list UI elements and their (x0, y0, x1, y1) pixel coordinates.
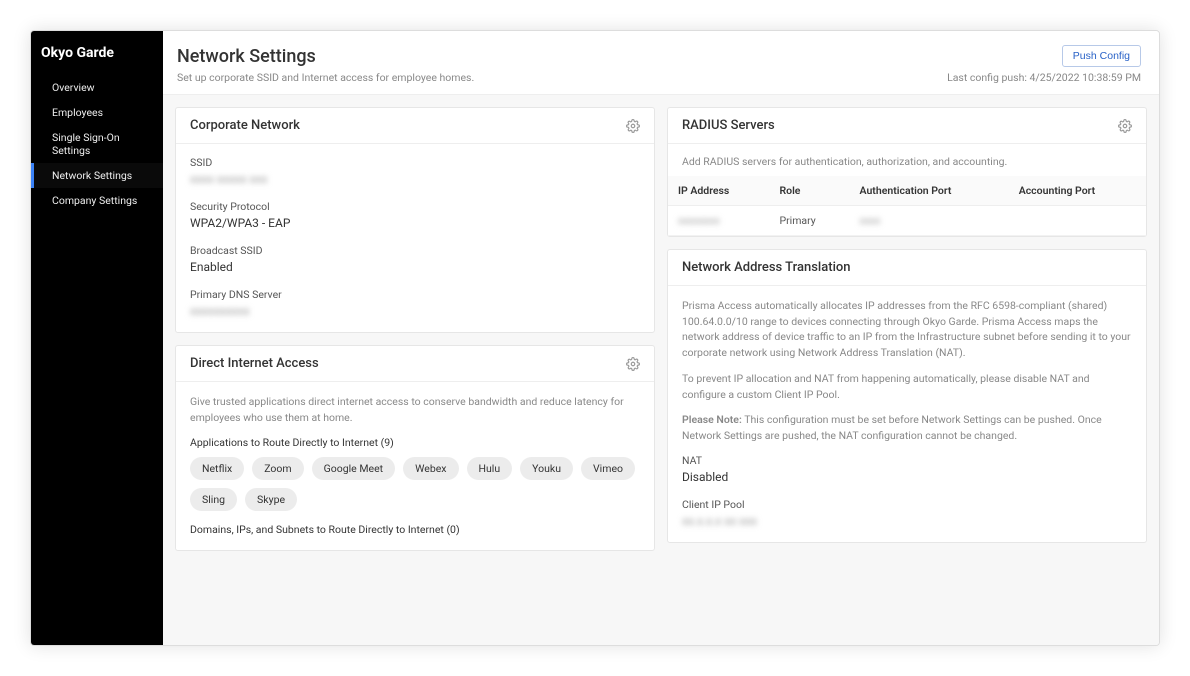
page-subtitle: Set up corporate SSID and Internet acces… (177, 71, 474, 84)
app-chip: Netflix (190, 457, 244, 480)
gear-icon[interactable] (1118, 119, 1132, 133)
ssid-value: xxxx xxxxx xxx (190, 172, 640, 186)
sidebar-nav: Overview Employees Single Sign-On Settin… (31, 75, 163, 213)
gear-icon[interactable] (626, 357, 640, 371)
direct-internet-title: Direct Internet Access (190, 356, 319, 371)
nat-note: Please Note: This configuration must be … (682, 412, 1132, 444)
sidebar-item-employees[interactable]: Employees (31, 100, 163, 125)
radius-th-ip: IP Address (668, 176, 769, 206)
apps-route-label: Applications to Route Directly to Intern… (190, 436, 640, 449)
left-column: Corporate Network SSID xxxx xxxxx xxx Se… (175, 107, 655, 633)
radius-th-role: Role (769, 176, 849, 206)
radius-role-value: Primary (769, 205, 849, 235)
app-frame: Okyo Garde Overview Employees Single Sig… (30, 30, 1160, 646)
right-column: RADIUS Servers Add RADIUS servers for au… (667, 107, 1147, 633)
radius-th-acct: Accounting Port (1009, 176, 1146, 206)
sidebar-item-company-settings[interactable]: Company Settings (31, 188, 163, 213)
nat-paragraph-2: To prevent IP allocation and NAT from ha… (682, 371, 1132, 403)
radius-acct-value (1009, 205, 1146, 235)
domains-route-label: Domains, IPs, and Subnets to Route Direc… (190, 523, 640, 536)
radius-servers-card: RADIUS Servers Add RADIUS servers for au… (667, 107, 1147, 237)
gear-icon[interactable] (626, 119, 640, 133)
content: Corporate Network SSID xxxx xxxxx xxx Se… (163, 95, 1159, 645)
corporate-network-card: Corporate Network SSID xxxx xxxxx xxx Se… (175, 107, 655, 333)
security-protocol-label: Security Protocol (190, 200, 640, 213)
sidebar-item-network-settings[interactable]: Network Settings (31, 163, 163, 188)
page-title: Network Settings (177, 46, 316, 67)
nat-status-label: NAT (682, 454, 1132, 467)
nat-note-label: Please Note: (682, 413, 742, 426)
app-chip: Vimeo (581, 457, 635, 480)
dns-label: Primary DNS Server (190, 288, 640, 301)
nat-card: Network Address Translation Prisma Acces… (667, 249, 1147, 543)
app-chip: Youku (520, 457, 573, 480)
security-protocol-value: WPA2/WPA3 - EAP (190, 216, 640, 230)
push-config-button[interactable]: Push Config (1062, 45, 1141, 67)
radius-help: Add RADIUS servers for authentication, a… (668, 144, 1146, 176)
dns-value: xxxxxxxxxx (190, 304, 640, 318)
last-config-push: Last config push: 4/25/2022 10:38:59 PM (947, 71, 1141, 84)
radius-th-auth: Authentication Port (850, 176, 1009, 206)
app-chip: Zoom (252, 457, 303, 480)
nat-status-value: Disabled (682, 470, 1132, 484)
radius-auth-value: xxxx (860, 214, 881, 227)
radius-title: RADIUS Servers (682, 118, 775, 133)
app-chip: Hulu (467, 457, 513, 480)
client-ip-pool-label: Client IP Pool (682, 498, 1132, 511)
nat-title: Network Address Translation (682, 260, 851, 275)
corporate-network-title: Corporate Network (190, 118, 300, 133)
app-chip: Google Meet (312, 457, 396, 480)
nat-note-text: This configuration must be set before Ne… (682, 413, 1102, 442)
sidebar: Okyo Garde Overview Employees Single Sig… (31, 31, 163, 645)
brand-title: Okyo Garde (31, 31, 163, 75)
table-row: xxxxxxxx Primary xxxx (668, 205, 1146, 235)
sidebar-item-sso-settings[interactable]: Single Sign-On Settings (31, 125, 163, 163)
radius-table: IP Address Role Authentication Port Acco… (668, 176, 1146, 236)
main: Network Settings Push Config Set up corp… (163, 31, 1159, 645)
direct-internet-card: Direct Internet Access Give trusted appl… (175, 345, 655, 551)
app-chip: Webex (403, 457, 458, 480)
client-ip-pool-value: xx.x.x.x xx xxx (682, 514, 1132, 528)
page-header: Network Settings Push Config Set up corp… (163, 31, 1159, 95)
ssid-label: SSID (190, 156, 640, 169)
app-chip: Sling (190, 488, 237, 511)
nat-paragraph-1: Prisma Access automatically allocates IP… (682, 298, 1132, 361)
direct-internet-help: Give trusted applications direct interne… (190, 394, 640, 426)
broadcast-ssid-value: Enabled (190, 260, 640, 274)
app-chips: Netflix Zoom Google Meet Webex Hulu Youk… (190, 457, 640, 511)
sidebar-item-overview[interactable]: Overview (31, 75, 163, 100)
app-chip: Skype (245, 488, 297, 511)
radius-ip-value: xxxxxxxx (678, 214, 720, 227)
broadcast-ssid-label: Broadcast SSID (190, 244, 640, 257)
